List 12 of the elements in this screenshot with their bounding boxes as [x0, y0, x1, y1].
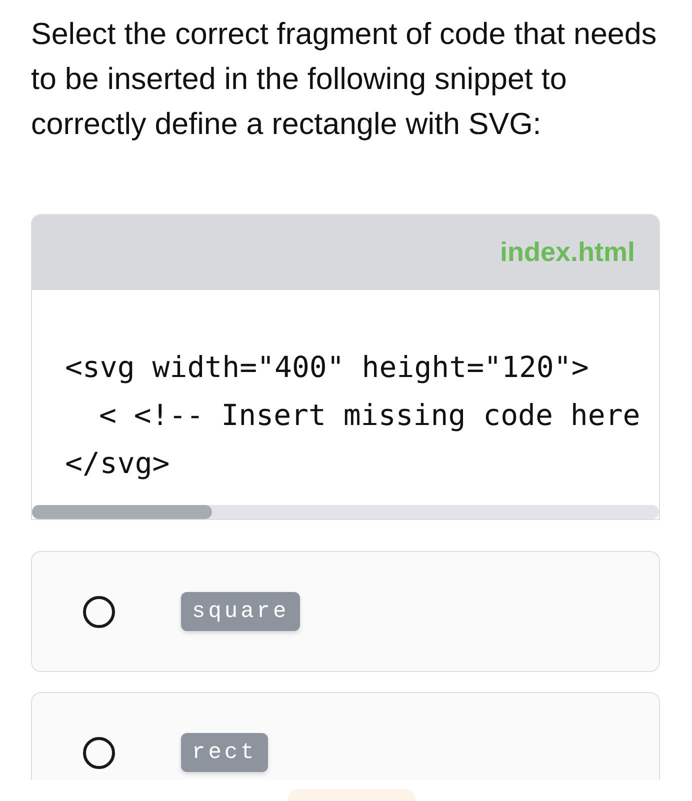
answer-option[interactable]: rect: [31, 692, 660, 780]
code-chip: rect: [181, 733, 268, 772]
file-name: index.html: [500, 237, 635, 268]
code-chip: square: [181, 592, 300, 631]
code-line: </svg>: [65, 445, 171, 482]
scrollbar-thumb[interactable]: [32, 505, 212, 519]
code-line: <svg width="400" height="120">: [65, 349, 590, 386]
radio-button[interactable]: [83, 596, 115, 628]
radio-button[interactable]: [83, 736, 115, 768]
answer-option[interactable]: square: [31, 551, 660, 672]
question-text: Select the correct fragment of code that needs to be inserted in the following snippet to correctly define a rectangle with SVG:: [31, 16, 658, 143]
code-line: < <!-- Insert missing code here: [98, 397, 642, 434]
